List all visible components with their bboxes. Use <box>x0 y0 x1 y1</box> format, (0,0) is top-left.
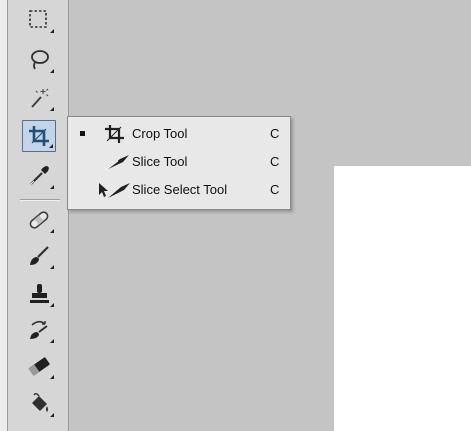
submenu-indicator <box>50 69 54 73</box>
toolbar-separator <box>20 199 60 201</box>
magic-wand-icon <box>31 88 49 108</box>
tool-quick-selection[interactable] <box>22 82 56 114</box>
tool-rectangular-marquee[interactable] <box>22 4 56 36</box>
slice-icon <box>105 155 129 171</box>
submenu-indicator <box>50 413 54 417</box>
tool-paint-bucket[interactable] <box>22 388 56 420</box>
bandage-icon <box>29 211 49 229</box>
submenu-indicator <box>49 144 53 148</box>
tool-brush[interactable] <box>22 240 56 272</box>
menu-item-shortcut: C <box>270 126 280 141</box>
stamp-icon <box>30 284 49 303</box>
submenu-indicator <box>50 375 54 379</box>
tool-clone-stamp[interactable] <box>22 278 56 310</box>
menu-item-shortcut: C <box>270 154 280 169</box>
tool-crop[interactable] <box>22 120 56 152</box>
active-tool-bullet <box>80 131 85 136</box>
submenu-indicator <box>50 185 54 189</box>
eyedropper-icon <box>30 166 49 185</box>
menu-item-crop-tool[interactable]: Crop Tool C <box>68 121 290 147</box>
tool-spot-healing[interactable] <box>22 204 56 236</box>
slice-select-icon <box>99 183 130 198</box>
menu-item-slice-select-tool[interactable]: Slice Select Tool C <box>68 177 290 203</box>
submenu-indicator <box>50 339 54 343</box>
marquee-icon <box>29 10 47 28</box>
submenu-indicator <box>50 107 54 111</box>
bucket-icon <box>32 393 48 412</box>
menu-item-label: Slice Select Tool <box>132 182 228 197</box>
brush-icon <box>30 246 49 265</box>
submenu-indicator <box>50 303 54 307</box>
menu-item-slice-tool[interactable]: Slice Tool C <box>68 149 290 175</box>
tool-eyedropper[interactable] <box>22 160 56 192</box>
tool-lasso[interactable] <box>22 44 56 76</box>
history-brush-icon <box>30 320 48 339</box>
crop-icon <box>105 125 124 143</box>
menu-item-label: Crop Tool <box>132 126 188 141</box>
submenu-indicator <box>50 265 54 269</box>
document-canvas[interactable] <box>334 166 471 431</box>
tools-panel <box>7 0 69 431</box>
crop-tool-flyout-menu: Crop Tool C Slice Tool C Slice Select To… <box>67 116 291 210</box>
eraser-icon <box>28 357 50 376</box>
submenu-indicator <box>50 29 54 33</box>
submenu-indicator <box>50 229 54 233</box>
menu-item-label: Slice Tool <box>132 154 188 169</box>
lasso-icon <box>31 50 49 70</box>
left-edge-strip <box>0 0 7 431</box>
tool-eraser[interactable] <box>22 350 56 382</box>
menu-item-shortcut: C <box>270 182 280 197</box>
tool-history-brush[interactable] <box>22 314 56 346</box>
